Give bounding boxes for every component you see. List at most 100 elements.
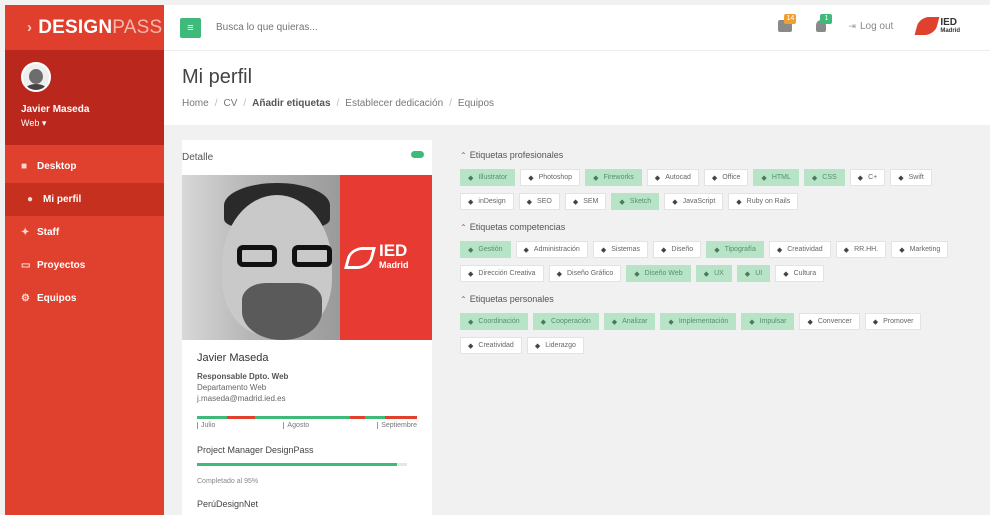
sidebar-item-proyectos[interactable]: ▭ Proyectos <box>5 249 164 282</box>
sidebar-item-equipos[interactable]: ⚙ Equipos <box>5 282 164 315</box>
tag-chip[interactable]: ◆ Office <box>703 169 749 186</box>
tag-chip[interactable]: ◆ inDesign <box>460 193 514 210</box>
tag-chip[interactable]: ◆ Dirección Creativa <box>460 265 544 282</box>
tag-chip[interactable]: ◆ Promover <box>864 313 922 330</box>
tag-label: Sketch <box>629 198 652 205</box>
collapse-caret-icon: ⌃ <box>460 295 467 304</box>
tag-chip[interactable]: ◆ Fireworks <box>585 169 642 186</box>
tag-chip[interactable]: ◆ Creatividad <box>768 241 831 258</box>
sidebar-item-staff[interactable]: ✦ Staff <box>5 216 164 249</box>
tag-label: SEM <box>583 198 599 205</box>
tag-section-title[interactable]: ⌃ Etiquetas profesionales <box>460 150 970 160</box>
alerts-notification[interactable]: 1 <box>812 14 834 36</box>
tag-icon: ◆ <box>611 318 618 326</box>
tag-chip[interactable]: ◆ Cooperación <box>532 313 599 330</box>
sidebar-item-label: Equipos <box>37 293 77 304</box>
tag-section-label: Etiquetas profesionales <box>469 150 564 160</box>
card-toggle[interactable] <box>411 151 424 158</box>
tag-chip[interactable]: ◆ Diseño <box>653 241 702 258</box>
tag-chip[interactable]: ◆ Cultura <box>775 265 825 282</box>
tag-chip[interactable]: ◆ Implementación <box>660 313 737 330</box>
tag-label: Creatividad <box>787 246 823 253</box>
breadcrumb-item[interactable]: Home <box>182 98 209 109</box>
breadcrumb-item[interactable]: Equipos <box>458 98 494 109</box>
sidebar-profile: Javier Maseda Web ▾ <box>5 50 164 145</box>
tag-section-label: Etiquetas personales <box>469 294 554 304</box>
ied-logo: IED Madrid <box>914 17 960 35</box>
tag-label: Autocad <box>665 174 691 181</box>
messages-notification[interactable]: 14 <box>776 14 798 36</box>
tag-icon: ◆ <box>468 174 474 182</box>
tags-area: ⌃ Etiquetas profesionales ◆ Illustrator ◆ Pho… <box>460 150 970 366</box>
tag-chip[interactable]: ◆ Photoshop <box>520 169 581 186</box>
messages-badge: 14 <box>784 14 797 24</box>
tag-chip[interactable]: ◆ UX <box>695 265 732 282</box>
tag-label: Promover <box>883 318 914 325</box>
tag-chip[interactable]: ◆ Gestión <box>460 241 511 258</box>
collapse-caret-icon: ⌃ <box>460 151 467 160</box>
search-input[interactable] <box>216 22 516 33</box>
tag-chip[interactable]: ◆ Convencer <box>799 313 860 330</box>
topbar: ≡ 14 1 ⇥ Log out IED Madrid <box>164 5 990 50</box>
breadcrumb-separator: / <box>243 98 247 109</box>
tag-chip[interactable]: ◆ Administración <box>515 241 588 258</box>
menu-toggle-button[interactable]: ≡ <box>180 17 201 38</box>
tag-chip[interactable]: ◆ Ruby on Rails <box>728 193 799 210</box>
tag-icon: ◆ <box>468 246 474 254</box>
tag-icon: ◆ <box>468 318 474 326</box>
tag-label: Cooperación <box>551 318 591 325</box>
alerts-badge: 1 <box>820 14 833 24</box>
tag-chip[interactable]: ◆ SEO <box>518 193 560 210</box>
tag-label: Sistemas <box>611 246 641 253</box>
tag-chip[interactable]: ◆ Diseño Gráfico <box>548 265 622 282</box>
tag-label: Illustrator <box>478 174 508 181</box>
tag-chip[interactable]: ◆ Illustrator <box>460 169 516 186</box>
tag-chip[interactable]: ◆ Impulsar <box>741 313 795 330</box>
breadcrumb-item[interactable]: CV <box>223 98 237 109</box>
tag-chip[interactable]: ◆ Sketch <box>611 193 660 210</box>
breadcrumb-item[interactable]: Establecer dedicación <box>345 98 443 109</box>
tag-icon: ◆ <box>634 270 640 278</box>
tag-chip[interactable]: ◆ Analizar <box>603 313 656 330</box>
logout-link[interactable]: Log out <box>860 21 893 32</box>
tag-label: JavaScript <box>682 198 716 205</box>
tag-chip[interactable]: ◆ HTML <box>753 169 799 186</box>
avatar[interactable] <box>21 62 51 92</box>
tag-chip[interactable]: ◆ C+ <box>849 169 886 186</box>
logout-icon[interactable]: ⇥ <box>848 21 856 32</box>
breadcrumb-item[interactable]: Añadir etiquetas <box>252 98 330 109</box>
tag-chip[interactable]: ◆ Tipografía <box>706 241 764 258</box>
tag-chip[interactable]: ◆ Autocad <box>646 169 699 186</box>
timeline-month: Julio <box>197 422 215 429</box>
user-role-dropdown[interactable]: Web ▾ <box>21 118 164 129</box>
ied-logo-subtext: Madrid <box>940 28 960 34</box>
tag-chip[interactable]: ◆ JavaScript <box>664 193 724 210</box>
tag-chip[interactable]: ◆ UI <box>736 265 771 282</box>
tag-chip[interactable]: ◆ SEM <box>564 193 607 210</box>
tag-chip[interactable]: ◆ Coordinación <box>460 313 528 330</box>
tag-chip[interactable]: ◆ Diseño Web <box>626 265 691 282</box>
tag-icon: ◆ <box>807 318 813 326</box>
tag-label: Administración <box>533 246 580 253</box>
brand-logo[interactable]: › DESIGN PASS <box>5 5 164 50</box>
timeline-bar <box>197 416 417 419</box>
tag-chip[interactable]: ◆ Swift <box>890 169 932 186</box>
sidebar-item-desktop[interactable]: ■ Desktop <box>5 150 164 183</box>
tag-icon: ◆ <box>526 198 533 206</box>
hamburger-icon: ≡ <box>187 21 194 34</box>
tag-icon: ◆ <box>668 318 674 326</box>
tag-chip[interactable]: ◆ RR.HH. <box>835 241 887 258</box>
tag-chip[interactable]: ◆ Creatividad <box>460 337 522 354</box>
profile-email[interactable]: j.maseda@madrid.ied.es <box>197 394 417 403</box>
brand-suffix: PASS <box>112 16 163 38</box>
tag-chip[interactable]: ◆ Liderazgo <box>526 337 584 354</box>
tag-icon: ◆ <box>749 318 755 326</box>
profile-role: Responsable Dpto. Web <box>197 372 289 381</box>
tag-section-title[interactable]: ⌃ Etiquetas competencias <box>460 222 970 232</box>
tag-chip[interactable]: ◆ Marketing <box>891 241 949 258</box>
sidebar-item-mi-perfil[interactable]: ● Mi perfil <box>5 183 164 216</box>
tag-section-title[interactable]: ⌃ Etiquetas personales <box>460 294 970 304</box>
tag-chip[interactable]: ◆ Sistemas <box>592 241 649 258</box>
tag-icon: ◆ <box>761 174 767 182</box>
tag-chip[interactable]: ◆ CSS <box>803 169 845 186</box>
